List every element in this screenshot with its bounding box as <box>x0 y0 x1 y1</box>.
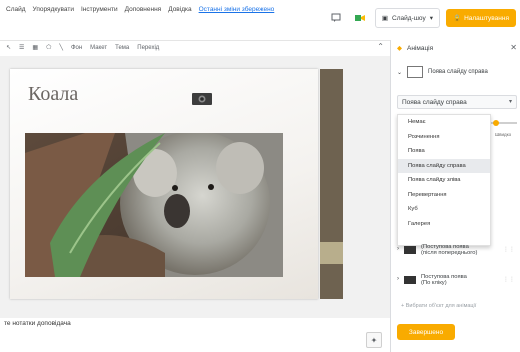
lock-icon: 🔒 <box>452 15 462 22</box>
toolbar-background[interactable]: Фон <box>71 45 82 51</box>
speed-label: Швидко <box>495 132 512 137</box>
shape-icon[interactable]: ⬠ <box>46 44 51 51</box>
menu-bar: Слайд Упорядкувати Інструменти Доповненн… <box>0 0 520 41</box>
image-icon[interactable]: ▦ <box>32 44 38 51</box>
animation-2-trigger: (По кліку) <box>421 280 447 286</box>
animation-1-trigger: (після попереднього) <box>421 250 478 256</box>
animation-panel: ◆ Анімація ✕ ⌄ Поява слайду справа Поява… <box>390 40 520 352</box>
transition-label: Поява слайду справа <box>428 69 488 75</box>
line-icon[interactable]: ╲ <box>59 44 63 51</box>
panel-header: ◆ Анімація ✕ <box>391 40 520 56</box>
camera-icon <box>192 93 212 105</box>
dropdown-arrow-icon: ▾ <box>508 99 512 105</box>
animation-item-2[interactable]: › Поступова поява (По кліку) ⋮⋮ <box>397 274 517 286</box>
done-button[interactable]: Завершено <box>397 324 455 340</box>
dropdown-option[interactable]: Куб <box>398 202 490 217</box>
top-right-controls: ▣ Слайд-шоу ▾ 🔒 Налаштування <box>327 8 516 28</box>
chevron-right-icon[interactable]: › <box>397 276 399 282</box>
toolbar-layout[interactable]: Макет <box>90 45 107 51</box>
dropdown-option[interactable]: Перевертання <box>398 188 490 203</box>
animation-item-1[interactable]: › (Поступова поява (після попереднього) … <box>397 244 517 256</box>
explore-icon[interactable]: ✦ <box>366 332 382 348</box>
animation-target-icon <box>404 276 416 284</box>
drag-handle-icon[interactable]: ⋮⋮ <box>503 246 515 253</box>
comments-icon[interactable] <box>327 9 345 27</box>
menu-help[interactable]: Довідка <box>168 6 191 13</box>
menu-slide[interactable]: Слайд <box>6 6 26 13</box>
toolbar: ↖ ☰ ▦ ⬠ ╲ Фон Макет Тема Перехід ⌃ <box>0 40 390 55</box>
slideshow-label: Слайд-шоу <box>392 14 426 22</box>
slideshow-button[interactable]: ▣ Слайд-шоу ▾ <box>374 8 440 28</box>
chevron-right-icon[interactable]: › <box>397 246 399 252</box>
last-edit-link[interactable]: Останні зміни збережено <box>199 6 275 13</box>
slide-edge-accent <box>320 242 343 264</box>
meet-icon[interactable] <box>351 9 369 27</box>
cursor-icon[interactable]: ↖ <box>6 44 11 51</box>
drag-handle-icon[interactable]: ⋮⋮ <box>503 276 515 283</box>
transition-dropdown: Немає Розчинення Поява Поява слайду справа П… <box>397 114 491 246</box>
add-animation-link[interactable]: + Вибрати об'єкт для анімації <box>401 303 476 309</box>
main-menu: Слайд Упорядкувати Інструменти Доповненн… <box>6 6 274 13</box>
access-label: Налаштування <box>464 14 509 22</box>
transition-select[interactable]: Поява слайду справа ▾ <box>397 95 517 109</box>
animation-icon: ◆ <box>397 45 402 52</box>
slide-title[interactable]: Коала <box>28 83 78 106</box>
close-icon[interactable]: ✕ <box>510 43 517 52</box>
slide-thumb-icon <box>407 66 424 78</box>
speed-slider[interactable] <box>491 120 519 126</box>
panel-title: Анімація <box>407 44 434 52</box>
slide[interactable]: Коала <box>10 69 318 299</box>
toolbar-transition[interactable]: Перехід <box>137 45 159 51</box>
koala-photo[interactable] <box>25 133 283 277</box>
dropdown-option[interactable]: Розчинення <box>398 130 490 145</box>
next-slide-edge[interactable] <box>320 69 343 299</box>
textbox-icon[interactable]: ☰ <box>19 44 24 51</box>
slide-canvas: Коала <box>0 56 390 318</box>
menu-addons[interactable]: Доповнення <box>125 6 162 13</box>
dropdown-option[interactable]: Немає <box>398 115 490 130</box>
slideshow-icon: ▣ <box>381 15 388 22</box>
speaker-notes[interactable]: те нотатки доповідача <box>4 320 71 327</box>
slide-transition-row[interactable]: ⌄ Поява слайду справа <box>397 66 517 78</box>
toolbar-theme[interactable]: Тема <box>115 45 129 51</box>
collapse-toolbar-icon[interactable]: ⌃ <box>377 42 384 51</box>
dropdown-option[interactable]: Поява слайду зліва <box>398 173 490 188</box>
speed-knob[interactable] <box>493 120 499 126</box>
menu-arrange[interactable]: Упорядкувати <box>33 6 74 13</box>
transition-select-value: Поява слайду справа <box>402 98 467 106</box>
animation-target-icon <box>404 246 416 254</box>
chevron-down-icon[interactable]: ▾ <box>430 14 433 22</box>
access-button[interactable]: 🔒 Налаштування <box>445 9 516 27</box>
menu-tools[interactable]: Інструменти <box>81 6 118 13</box>
dropdown-option[interactable]: Поява слайду справа <box>398 158 490 173</box>
dropdown-option[interactable]: Галерея <box>398 217 490 232</box>
chevron-down-icon[interactable]: ⌄ <box>397 69 402 76</box>
dropdown-option[interactable]: Поява <box>398 144 490 159</box>
